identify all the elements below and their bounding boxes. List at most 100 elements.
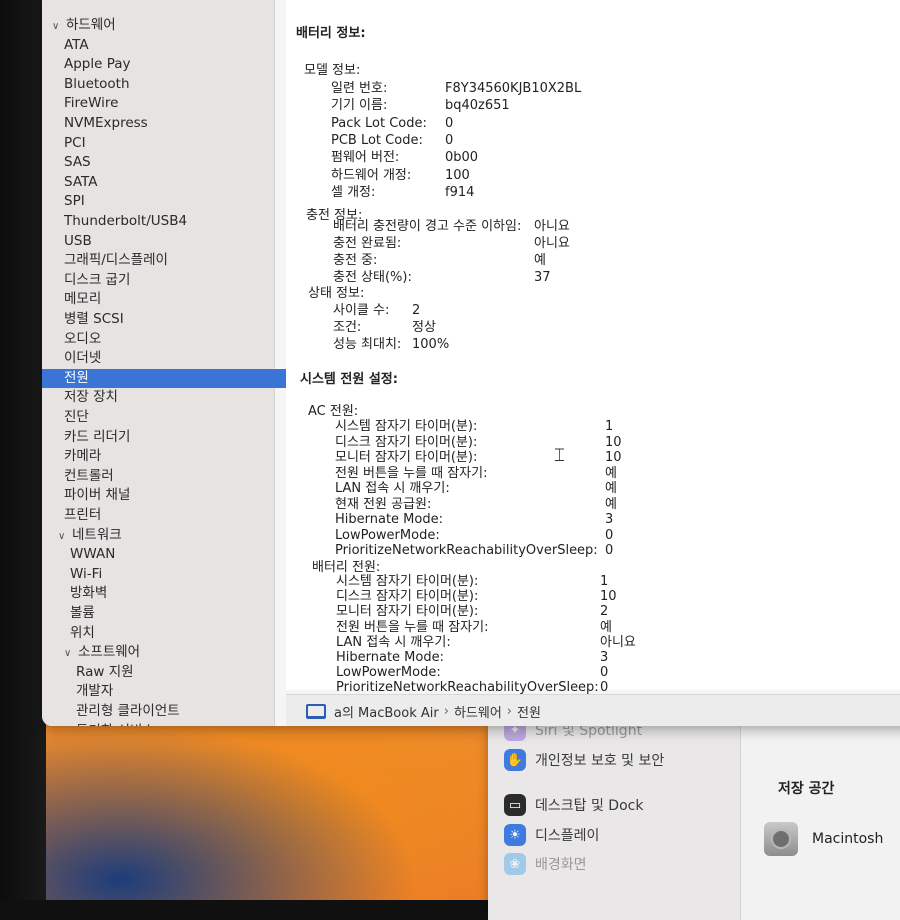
sidebar-item[interactable]: SATA (64, 173, 97, 192)
sidebar-item[interactable]: 디스크 굽기 (64, 271, 130, 290)
sidebar-item[interactable]: 볼륨 (70, 604, 95, 623)
path-computer[interactable]: a의 MacBook Air (334, 702, 439, 721)
sidebar-item[interactable]: 메모리 (64, 290, 101, 309)
settings-item-desktop-dock[interactable]: ▭ 데스크탑 및 Dock (504, 793, 643, 817)
sidebar-item[interactable]: Thunderbolt/USB4 (64, 212, 187, 231)
field-label: LAN 접속 시 깨우기: (336, 634, 451, 650)
field-label: 일련 번호: (331, 81, 388, 96)
field-value: 아니요 (534, 236, 570, 251)
field-label: LowPowerMode: (336, 665, 441, 681)
sidebar-item[interactable]: ATA (64, 36, 89, 55)
chevron-down-icon[interactable]: ∨ (64, 644, 78, 663)
sidebar-item[interactable]: Raw 지원 (76, 663, 134, 682)
field-value: 2 (600, 604, 609, 620)
field-label: 충전 상태(%): (333, 270, 412, 285)
field-value: f914 (445, 184, 475, 200)
sidebar-group[interactable]: ∨ 소프트웨어 (64, 643, 140, 662)
field-value: 100% (412, 337, 450, 352)
ac-power-header: AC 전원: (308, 404, 359, 419)
sidebar-item[interactable]: 위치 (70, 624, 95, 643)
sidebar-item[interactable]: 이더넷 (64, 349, 101, 368)
settings-item-wallpaper[interactable]: ❀ 배경화면 (504, 852, 587, 876)
sidebar-item[interactable]: 카메라 (64, 447, 101, 466)
path-section[interactable]: 하드웨어 (454, 702, 502, 721)
sidebar-item[interactable]: 저장 장치 (64, 388, 118, 407)
storage-title: 저장 공간 (778, 781, 835, 797)
settings-sidebar: ✦ Siri 및 Spotlight ✋ 개인정보 보호 및 보안 ▭ 데스크탑… (488, 719, 741, 920)
sidebar-item[interactable]: SAS (64, 153, 91, 172)
sidebar-item-label: 파이버 채널 (64, 487, 131, 504)
laptop-icon (306, 703, 326, 719)
category-sidebar[interactable]: ∨ 하드웨어 ATA Apple Pay Bluetooth FireWire NVMExp… (42, 0, 293, 726)
hard-disk-icon (764, 822, 798, 856)
sidebar-item-label: 관리형 클라이언트 (76, 703, 180, 719)
sidebar-item-label: SPI (64, 193, 85, 210)
field-value: 정상 (412, 320, 436, 335)
settings-item-display[interactable]: ☀ 디스플레이 (504, 823, 599, 847)
field-value: 1 (605, 419, 614, 434)
field-label: Hibernate Mode: (335, 512, 443, 527)
power-settings-title: 시스템 전원 설정: (300, 372, 398, 387)
sidebar-item[interactable]: 컨트롤러 (64, 467, 114, 486)
sidebar-item[interactable]: 전원 (42, 368, 293, 388)
storage-disk-row[interactable]: Macintosh (764, 816, 900, 862)
field-label: 전원 버튼을 누를 때 잠자기: (335, 465, 488, 481)
field-label: Pack Lot Code: (331, 115, 427, 131)
sidebar-item-label: WWAN (70, 546, 116, 563)
sidebar-group[interactable]: ∨ 네트워크 (58, 526, 122, 545)
sidebar-item-label: Thunderbolt/USB4 (64, 213, 188, 229)
status-info-header: 상태 정보: (308, 286, 365, 301)
sidebar-item-label: Raw 지원 (76, 663, 134, 680)
sidebar-item[interactable]: 동기화 서비스 (76, 722, 155, 726)
chevron-down-icon[interactable]: ∨ (52, 17, 66, 36)
path-item[interactable]: 전원 (517, 702, 541, 721)
sidebar-item[interactable]: PCI (64, 134, 86, 153)
field-label: 하드웨어 개정: (331, 167, 412, 183)
field-label: 기기 이름: (331, 98, 388, 114)
sidebar-item-label: 메모리 (64, 291, 102, 308)
hand-icon: ✋ (504, 749, 526, 771)
sidebar-item-label: 저장 장치 (64, 389, 118, 406)
sidebar-group[interactable]: ∨ 하드웨어 (52, 16, 116, 35)
sidebar-item[interactable]: 그래픽/디스플레이 (64, 251, 168, 270)
field-label: 시스템 잠자기 타이머(분): (335, 419, 478, 434)
sidebar-item[interactable]: Apple Pay (64, 55, 131, 74)
sidebar-item[interactable]: USB (64, 232, 92, 251)
sidebar-item-label: Bluetooth (64, 75, 130, 92)
sidebar-item-label: 소프트웨어 (78, 644, 141, 661)
field-value: 아니요 (534, 219, 570, 234)
system-information-window[interactable]: ∨ 하드웨어 ATA Apple Pay Bluetooth FireWire NVMExp… (42, 0, 900, 726)
sidebar-item-label: 프린터 (64, 507, 102, 523)
sidebar-item[interactable]: 오디오 (64, 330, 101, 349)
sidebar-item[interactable]: 프린터 (64, 506, 101, 525)
sidebar-item[interactable]: 개발자 (76, 682, 113, 701)
sidebar-item[interactable]: Wi-Fi (70, 565, 102, 584)
field-value: 0 (600, 665, 609, 681)
sidebar-item-label: 디스크 굽기 (64, 271, 131, 288)
field-value: 37 (534, 270, 551, 285)
sidebar-item[interactable]: Bluetooth (64, 75, 130, 94)
field-value: 예 (534, 253, 546, 268)
sidebar-item[interactable]: 진단 (64, 408, 89, 427)
chevron-down-icon[interactable]: ∨ (58, 527, 72, 546)
sidebar-item-label: SATA (64, 173, 98, 190)
sidebar-item[interactable]: 방화벽 (70, 584, 107, 603)
settings-item-privacy[interactable]: ✋ 개인정보 보호 및 보안 (504, 748, 664, 772)
sidebar-item-label: 개발자 (76, 683, 114, 700)
sidebar-item-label: 네트워크 (72, 526, 122, 543)
sidebar-item-label: 동기화 서비스 (76, 723, 155, 726)
field-label: 펌웨어 버전: (331, 150, 400, 166)
path-bar: a의 MacBook Air › 하드웨어 › 전원 (286, 694, 900, 726)
field-label: PCB Lot Code: (331, 132, 423, 148)
sidebar-item[interactable]: NVMExpress (64, 114, 148, 133)
detail-pane[interactable]: 배터리 정보: 모델 정보: 충전 정보: 상태 정보: 시스템 전원 설정: … (286, 0, 900, 695)
sidebar-item[interactable]: FireWire (64, 94, 118, 113)
sidebar-item[interactable]: SPI (64, 192, 85, 211)
sidebar-item[interactable]: 파이버 채널 (64, 486, 130, 505)
sidebar-item[interactable]: 카드 리더기 (64, 428, 130, 447)
sidebar-item[interactable]: WWAN (70, 545, 115, 564)
field-value: 2 (412, 303, 421, 318)
sidebar-item[interactable]: 관리형 클라이언트 (76, 702, 180, 721)
system-settings-window[interactable]: ✦ Siri 및 Spotlight ✋ 개인정보 보호 및 보안 ▭ 데스크탑… (488, 719, 900, 920)
sidebar-item[interactable]: 병렬 SCSI (64, 310, 124, 329)
